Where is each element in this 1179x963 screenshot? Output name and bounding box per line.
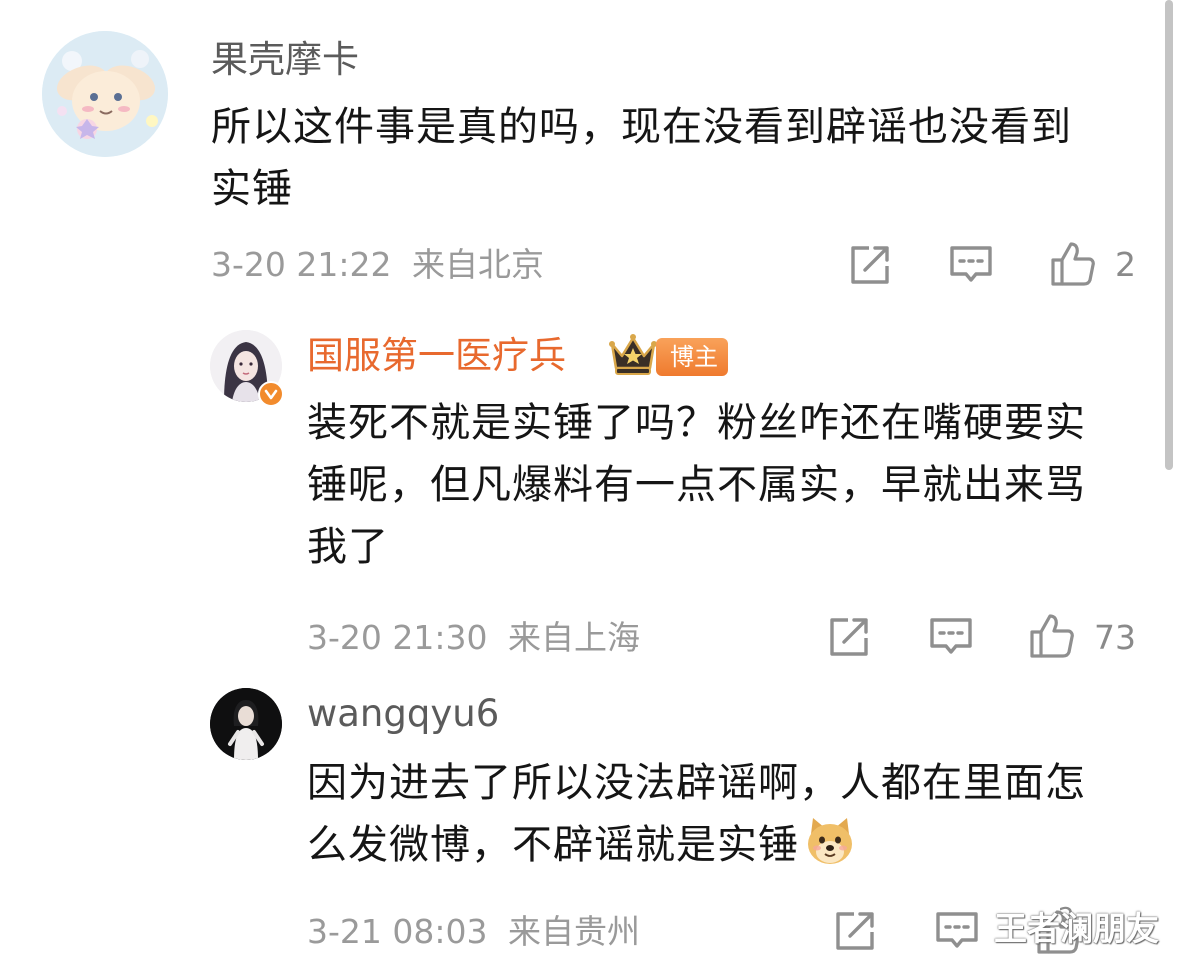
comment-icon bbox=[950, 246, 992, 282]
comment-button[interactable] bbox=[934, 908, 980, 954]
comment-text: 所以这件事是真的吗，现在没看到辟谣也没看到实锤 bbox=[211, 104, 1072, 212]
scrollbar[interactable] bbox=[1165, 0, 1173, 470]
comment-location: 来自贵州 bbox=[508, 912, 640, 951]
username[interactable]: wangqyu6 bbox=[307, 692, 499, 736]
like-count: 73 bbox=[1094, 618, 1136, 657]
comment-time: 3-21 08:03 bbox=[307, 912, 488, 951]
comment-time: 3-20 21:30 bbox=[307, 618, 488, 657]
comment-time: 3-20 21:22 bbox=[211, 245, 392, 284]
username[interactable]: 国服第一医疗兵 bbox=[307, 334, 566, 378]
comment-button[interactable] bbox=[948, 242, 994, 288]
comment-text: 因为进去了所以没法辟谣啊，人都在里面怎么发微博，不辟谣就是实锤 bbox=[307, 752, 1117, 886]
like-button[interactable] bbox=[1050, 240, 1096, 286]
comment-meta: 3-21 08:03 来自贵州 bbox=[307, 912, 640, 952]
doge-emoji-icon bbox=[803, 814, 857, 886]
like-button[interactable] bbox=[1029, 612, 1075, 658]
comment-location: 来自北京 bbox=[412, 245, 544, 284]
comment-meta: 3-20 21:22 来自北京 bbox=[211, 245, 544, 285]
comment-icon bbox=[930, 618, 972, 654]
blogger-badge: 博主 bbox=[656, 338, 728, 376]
watermark: 王者澜朋友 bbox=[994, 909, 1159, 948]
share-icon bbox=[830, 618, 868, 656]
comment-text: 装死不就是实锤了吗？粉丝咋还在嘴硬要实锤呢，但凡爆料有一点不属实，早就出来骂我了 bbox=[307, 400, 1086, 570]
like-icon bbox=[1030, 614, 1074, 658]
share-button[interactable] bbox=[832, 908, 878, 954]
verified-icon bbox=[258, 381, 284, 407]
share-icon bbox=[851, 246, 889, 284]
share-button[interactable] bbox=[847, 242, 893, 288]
comment-location: 来自上海 bbox=[508, 618, 640, 657]
comment-text-content: 因为进去了所以没法辟谣啊，人都在里面怎么发微博，不辟谣就是实锤 bbox=[307, 760, 1086, 868]
like-count: 2 bbox=[1115, 245, 1136, 284]
avatar[interactable] bbox=[42, 31, 168, 157]
share-button[interactable] bbox=[826, 614, 872, 660]
comment-button[interactable] bbox=[928, 614, 974, 660]
avatar[interactable] bbox=[210, 688, 282, 760]
crown-icon bbox=[609, 334, 657, 375]
comment-meta: 3-20 21:30 来自上海 bbox=[307, 618, 640, 658]
like-icon bbox=[1051, 242, 1095, 286]
comment-thread: 果壳摩卡 所以这件事是真的吗，现在没看到辟谣也没看到实锤 3-20 21:22 … bbox=[0, 0, 1179, 963]
share-icon bbox=[836, 912, 874, 950]
comment-icon bbox=[936, 912, 978, 948]
username[interactable]: 果壳摩卡 bbox=[211, 38, 359, 82]
